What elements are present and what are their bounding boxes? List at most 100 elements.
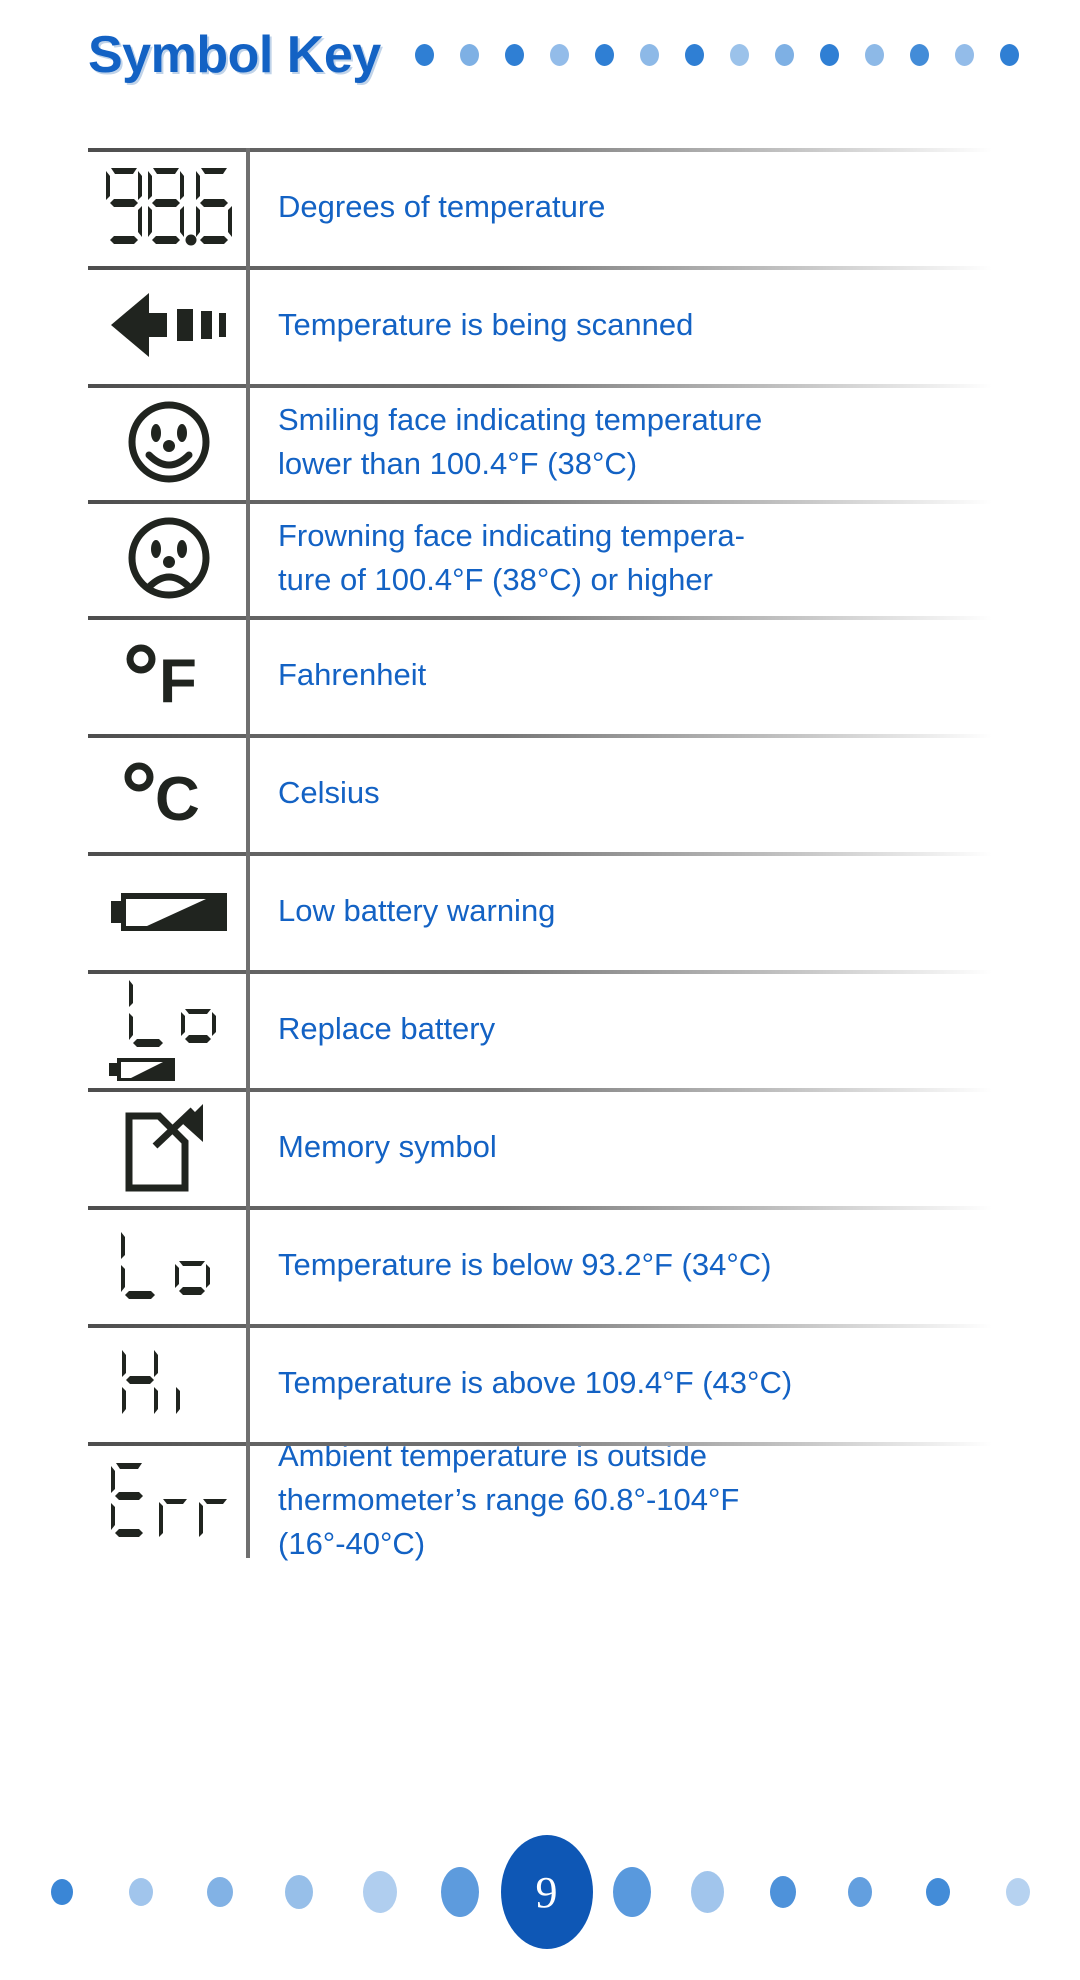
row-description-line: Smiling face indicating temperature [278, 401, 763, 437]
row-description-line: Frowning face indicating tempera- [278, 517, 745, 553]
decorative-dot [50, 1879, 73, 1905]
description-cell: Smiling face indicating temperature lowe… [250, 384, 992, 500]
table-row: Frowning face indicating tempera- ture o… [88, 500, 992, 616]
decorative-dot [284, 1875, 313, 1909]
row-description-line: thermometer’s range 60.8°-104°F [278, 1482, 740, 1517]
symbol-key-table: Degrees of temperature Temperature is be… [88, 148, 992, 1561]
row-description: Degrees of temperature [278, 188, 606, 224]
symbol-cell [88, 1442, 250, 1558]
frowning-face-icon [128, 517, 210, 599]
decorative-dot [774, 44, 794, 66]
symbol-cell [88, 266, 250, 384]
degrees-fahrenheit-icon: F [126, 644, 197, 710]
page-footer: 9 [0, 1832, 1080, 1952]
symbol-cell [88, 384, 250, 500]
row-description-line: ture of 100.4°F (38°C) or higher [278, 562, 713, 597]
memory-symbol-icon [125, 1104, 203, 1192]
decorative-dot [206, 1877, 233, 1907]
row-description-line: Ambient temperature is outside [278, 1437, 708, 1473]
description-cell: Ambient temperature is outside thermomet… [250, 1438, 992, 1561]
row-description: Temperature is being scanned [278, 306, 694, 342]
decorative-dot [769, 1876, 796, 1908]
symbol-cell [88, 1324, 250, 1442]
description-cell: Temperature is below 93.2°F (34°C) [250, 1206, 992, 1324]
table-row: Temperature is below 93.2°F (34°C) [88, 1206, 992, 1324]
decorative-dot [362, 1871, 397, 1913]
row-description: Temperature is below 93.2°F (34°C) [278, 1246, 772, 1282]
lcd-986-icon [106, 168, 232, 246]
row-description: Replace battery [278, 1010, 496, 1046]
table-row: F Fahrenheit [88, 616, 992, 734]
description-cell: Degrees of temperature [250, 148, 992, 266]
row-description: Fahrenheit [278, 656, 427, 692]
decorative-dot [925, 1878, 950, 1906]
decorative-dot [1005, 1878, 1030, 1906]
table-row: Temperature is being scanned [88, 266, 992, 384]
decorative-dot [504, 44, 524, 66]
decorative-dot [414, 44, 434, 66]
symbol-cell [88, 1206, 250, 1324]
decorative-dot [459, 44, 479, 66]
lcd-lo-icon [121, 1232, 210, 1299]
row-description: Ambient temperature is outside thermomet… [278, 1434, 739, 1566]
page-header: Symbol Key [0, 0, 1080, 110]
scan-arrow-icon [111, 293, 226, 357]
row-description-line: (16°-40°C) [278, 1526, 426, 1562]
row-description: Frowning face indicating tempera- ture o… [278, 514, 745, 602]
row-description: Smiling face indicating temperature lowe… [278, 398, 762, 486]
footer-dot-decoration: 9 [50, 1835, 1030, 1949]
degrees-celsius-icon: C [124, 762, 200, 828]
row-description: Memory symbol [278, 1128, 497, 1164]
table-row: Replace battery [88, 970, 992, 1088]
decorative-dot [690, 1871, 724, 1913]
symbol-cell [88, 148, 250, 266]
table-row: C Celsius [88, 734, 992, 852]
decorative-dot [999, 44, 1019, 66]
table-row: Low battery warning [88, 852, 992, 970]
lcd-lo-battery-icon [109, 980, 216, 1081]
table-row: Smiling face indicating temperature lowe… [88, 384, 992, 500]
symbol-cell [88, 1088, 250, 1206]
decorative-dot [864, 44, 884, 66]
symbol-cell [88, 852, 250, 970]
decorative-dot [639, 44, 659, 66]
decorative-dot [847, 1877, 872, 1907]
row-description: Celsius [278, 774, 380, 810]
decorative-dot [440, 1867, 479, 1917]
decorative-dot [684, 44, 704, 66]
description-cell: Frowning face indicating tempera- ture o… [250, 500, 992, 616]
lcd-hi-icon [122, 1350, 180, 1414]
decorative-dot [819, 44, 839, 66]
decorative-dot [909, 44, 929, 66]
symbol-cell [88, 970, 250, 1088]
symbol-cell: C [88, 734, 250, 852]
description-cell: Fahrenheit [250, 616, 992, 734]
table-row: Degrees of temperature [88, 148, 992, 266]
symbol-cell: F [88, 616, 250, 734]
description-cell: Memory symbol [250, 1088, 992, 1206]
svg-text:F: F [159, 647, 197, 710]
smiling-face-icon [128, 401, 210, 483]
lcd-err-icon [111, 1463, 227, 1537]
description-cell: Temperature is above 109.4°F (43°C) [250, 1324, 992, 1442]
description-cell: Celsius [250, 734, 992, 852]
row-description: Low battery warning [278, 892, 556, 928]
page-number-badge: 9 [500, 1835, 593, 1949]
description-cell: Temperature is being scanned [250, 266, 992, 384]
description-cell: Low battery warning [250, 852, 992, 970]
decorative-dot [954, 44, 974, 66]
decorative-dot [729, 44, 749, 66]
symbol-cell [88, 500, 250, 616]
svg-text:C: C [155, 765, 200, 828]
page-title: Symbol Key [88, 26, 381, 84]
table-row: Memory symbol [88, 1088, 992, 1206]
decorative-dot [612, 1867, 651, 1917]
row-description-line: lower than 100.4°F (38°C) [278, 446, 638, 481]
table-row: Temperature is above 109.4°F (43°C) [88, 1324, 992, 1442]
decorative-dot [128, 1878, 153, 1906]
low-battery-icon [111, 893, 227, 931]
decorative-dot [594, 44, 614, 66]
decorative-dot [549, 44, 569, 66]
description-cell: Replace battery [250, 970, 992, 1088]
row-description: Temperature is above 109.4°F (43°C) [278, 1364, 793, 1400]
